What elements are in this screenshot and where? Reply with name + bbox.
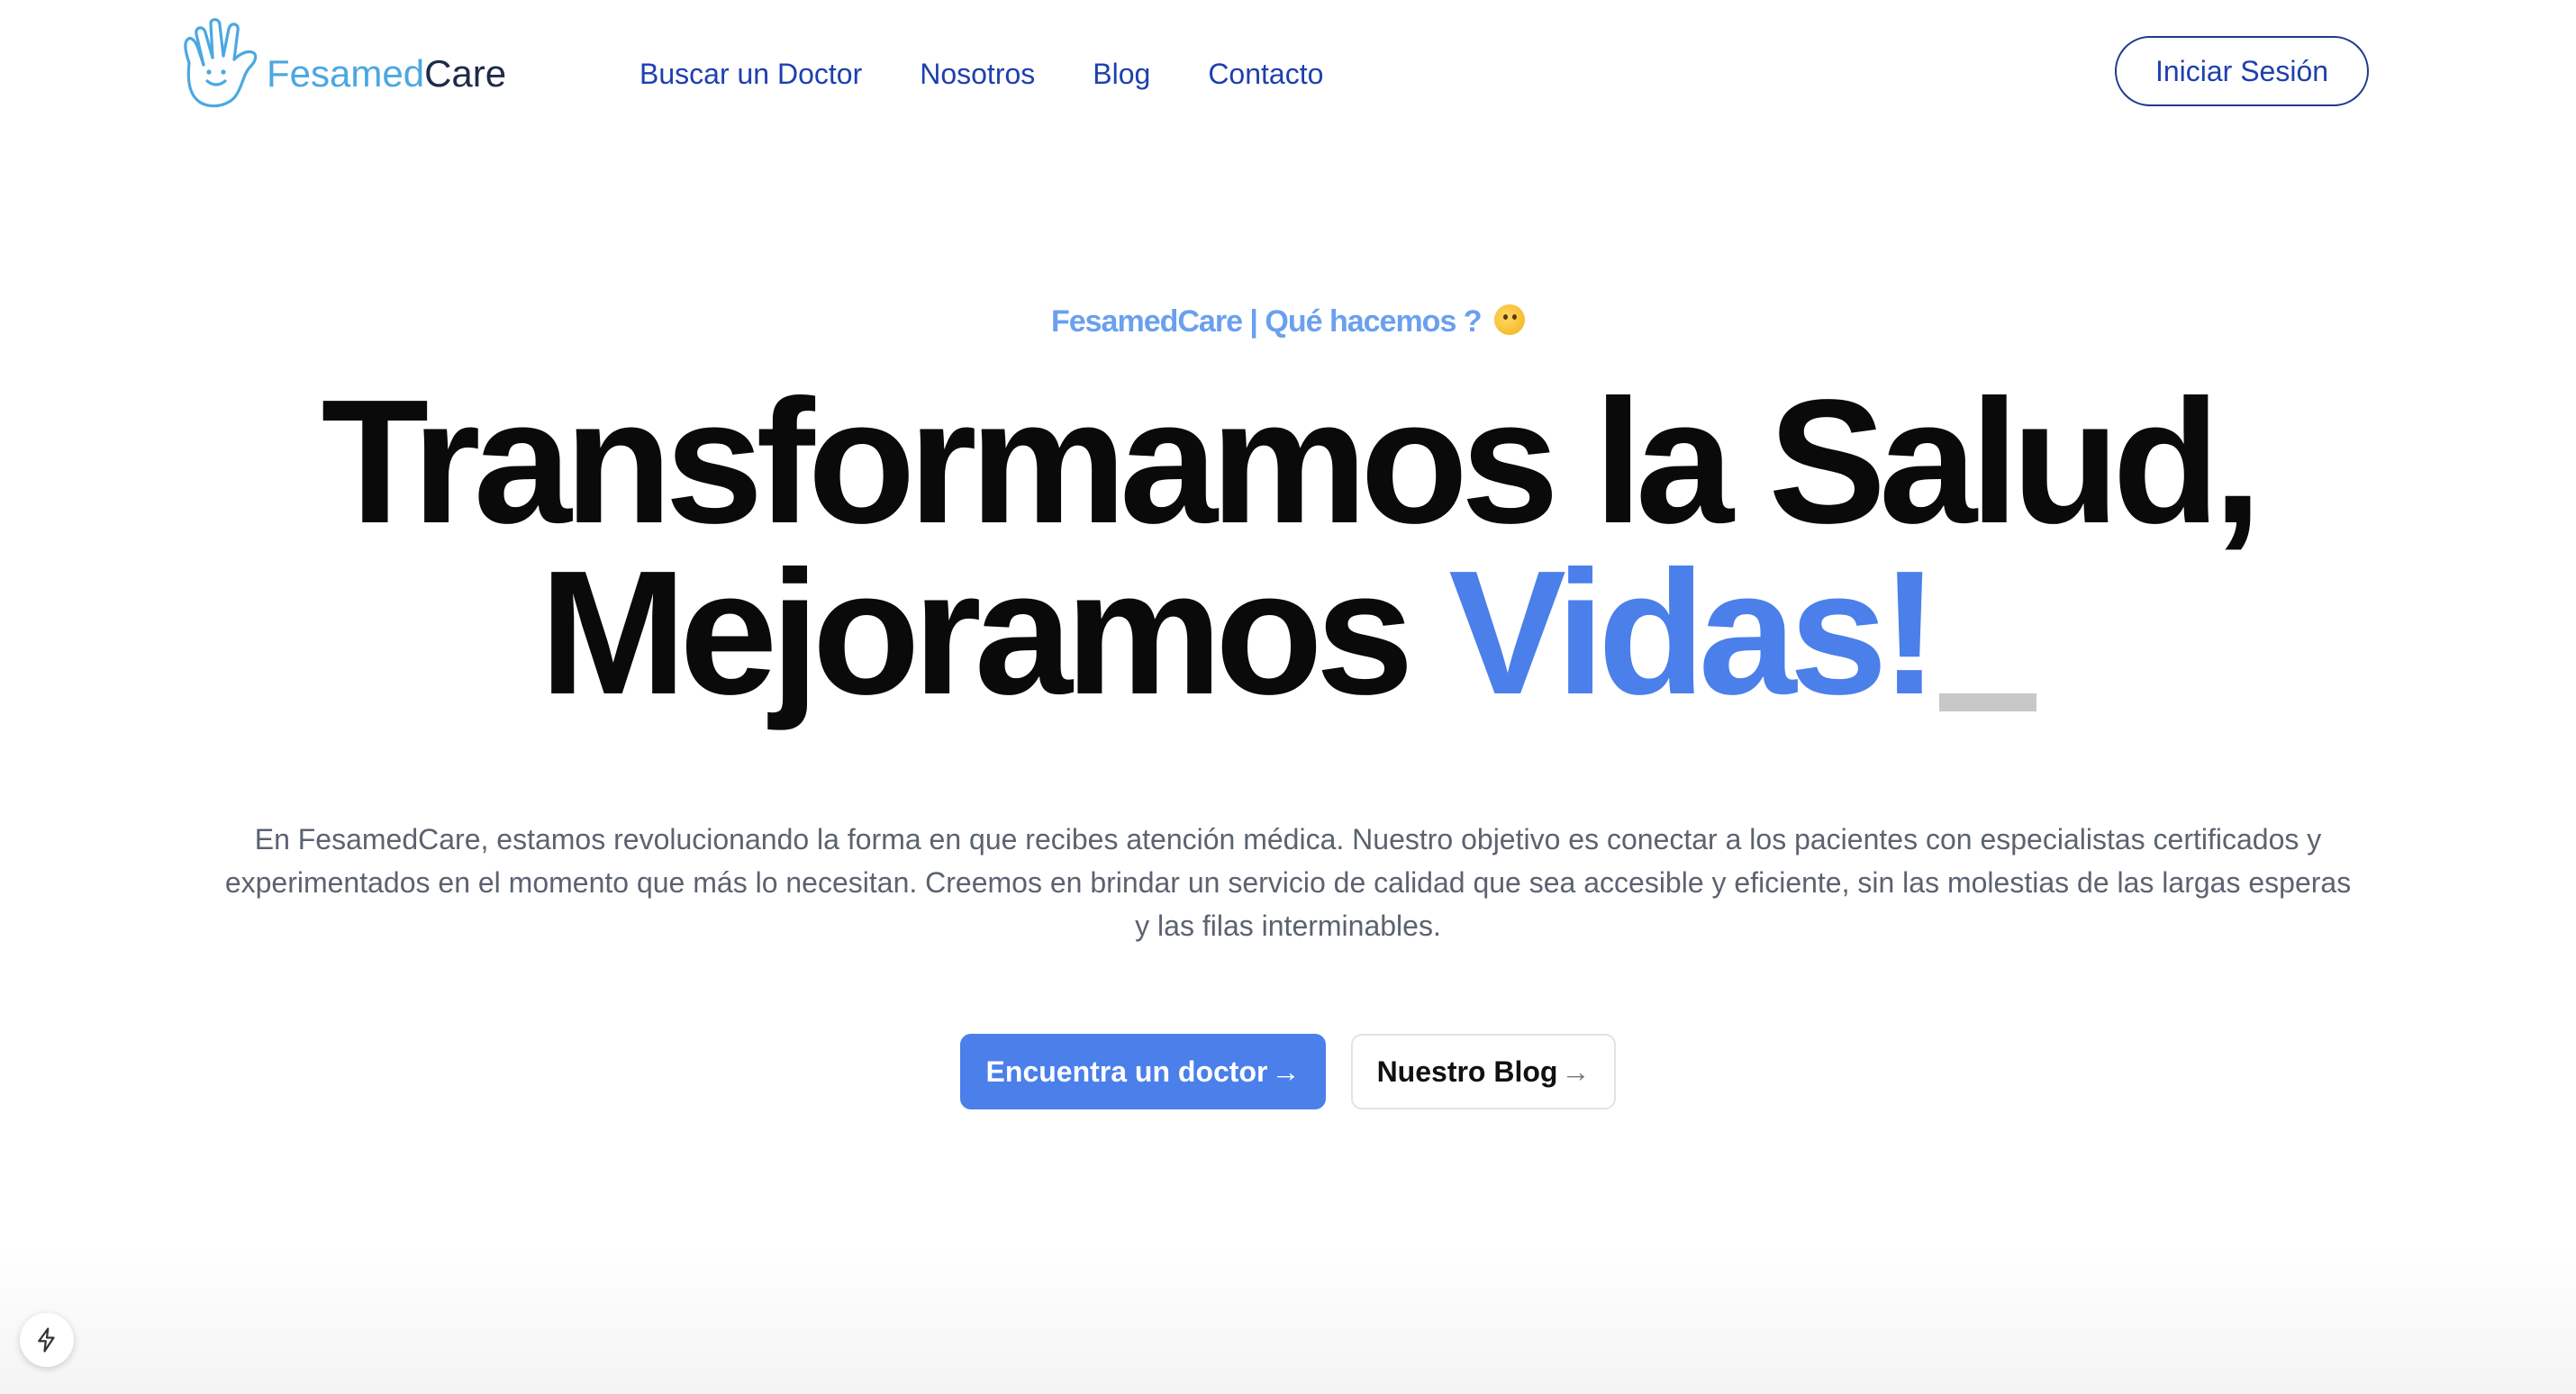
find-doctor-button[interactable]: Encuentra un doctor →: [960, 1034, 1326, 1109]
login-button[interactable]: Iniciar Sesión: [2115, 36, 2369, 106]
headline-line-2-prefix: Mejoramos: [540, 534, 1449, 731]
logo-text: FesamedCare: [267, 52, 506, 95]
hero-headline: Transformamos la Salud, Mejoramos Vidas!: [0, 363, 2576, 721]
headline-accent-word: Vidas!: [1448, 534, 1939, 731]
hero-eyebrow: FesamedCare | Qué hacemos ?: [0, 304, 2576, 339]
headline-line-2: Mejoramos Vidas!: [0, 545, 2576, 721]
headline-line-1: Transformamos la Salud,: [321, 363, 2263, 560]
nav-link-nosotros[interactable]: Nosotros: [920, 58, 1035, 91]
hero-description: En FesamedCare, estamos revolucionando l…: [224, 823, 2352, 942]
logo-text-care: Care: [424, 52, 507, 95]
page: FesamedCare Buscar un Doctor Nosotros Bl…: [0, 0, 2576, 1394]
dev-tools-badge[interactable]: [20, 1313, 74, 1367]
logo-text-fesamed: Fesamed: [267, 52, 425, 95]
our-blog-label: Nuestro Blog: [1376, 1055, 1558, 1088]
waving-hand-smile-icon: [184, 18, 258, 108]
logo-link[interactable]: FesamedCare: [177, 16, 506, 112]
nav-link-buscar-doctor[interactable]: Buscar un Doctor: [639, 58, 862, 91]
cta-row: Encuentra un doctor → Nuestro Blog →: [0, 1034, 2576, 1109]
arrow-right-icon: →: [1271, 1055, 1301, 1088]
arrow-right-icon: →: [1561, 1055, 1591, 1088]
lightning-bolt-icon: [38, 1327, 55, 1353]
nav-link-blog[interactable]: Blog: [1093, 58, 1150, 91]
thinking-face-icon: [1494, 304, 1526, 335]
find-doctor-label: Encuentra un doctor: [985, 1055, 1268, 1088]
site-header: FesamedCare Buscar un Doctor Nosotros Bl…: [0, 0, 2576, 153]
hero-eyebrow-text: FesamedCare | Qué hacemos ?: [1050, 304, 1483, 339]
main-nav: Buscar un Doctor Nosotros Blog Contacto: [639, 58, 1323, 91]
nav-link-contacto[interactable]: Contacto: [1208, 58, 1323, 91]
typing-cursor: [1938, 693, 2036, 711]
our-blog-button[interactable]: Nuestro Blog →: [1351, 1034, 1616, 1109]
